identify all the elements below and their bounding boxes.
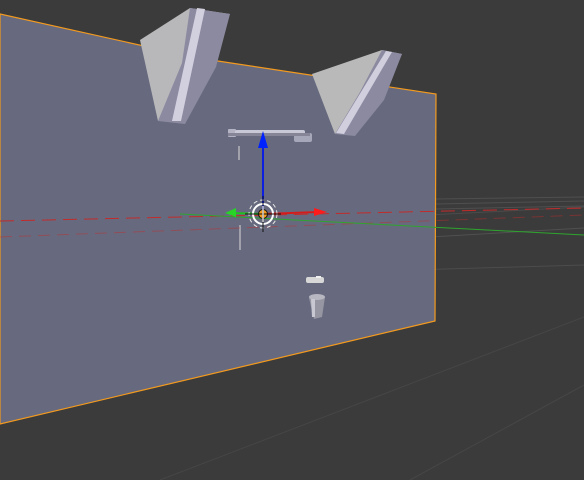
wrench-shadow [228,133,310,136]
3d-viewport[interactable] [0,0,584,480]
part-body [306,277,324,283]
part-highlight [316,276,321,278]
viewport-canvas[interactable] [0,0,584,480]
grid-line [435,196,584,200]
cursor-tick [262,206,264,222]
grid-line [435,200,584,205]
small-part-mesh[interactable] [306,276,324,283]
grid-line [409,384,584,480]
